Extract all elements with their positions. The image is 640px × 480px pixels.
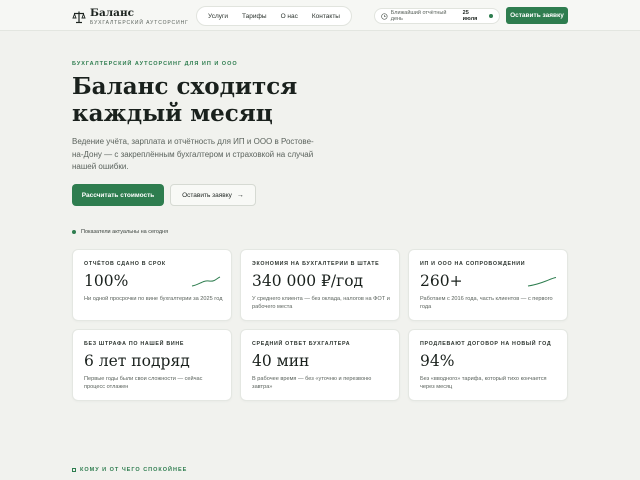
stat-note: Без «вводного» тарифа, который тихо конч… <box>420 376 547 390</box>
stat-label: СРЕДНИЙ ОТВЕТ БУХГАЛТЕРА <box>252 341 351 347</box>
stat-card: ОТЧЁТОВ СДАНО В СРОК 100% Ни одной проср… <box>72 249 232 321</box>
leave-request-label: Оставить заявку <box>182 191 232 199</box>
sparkline-icon <box>527 277 557 287</box>
deadline-date: 25 июля <box>462 10 478 22</box>
page-title: Баланс сходится каждый месяц <box>72 73 298 127</box>
clock-icon <box>381 12 388 20</box>
stat-note: Ни одной просрочки по вине бухгалтерии з… <box>84 296 223 302</box>
deadline-label: Ближайший отчётный день <box>390 10 447 22</box>
stat-value: 340 000 ₽/год <box>252 272 364 290</box>
stat-note: Работаем с 2016 года, часть клиентов — с… <box>420 296 553 310</box>
scales-icon <box>72 11 86 23</box>
logo-title: Баланс <box>90 7 135 19</box>
sparkline-icon <box>191 276 221 287</box>
calculate-cost-button[interactable]: Рассчитать стоимость <box>72 184 164 206</box>
stat-card: ЭКОНОМИЯ НА БУХГАЛТЕРИИ В ШТАТЕ 340 000 … <box>240 249 400 321</box>
main-nav: Услуги Тарифы О нас Контакты <box>196 6 352 26</box>
next-section-text: КОМУ И ОТ ЧЕГО СПОКОЙНЕЕ <box>80 467 188 473</box>
next-section-heading: КОМУ И ОТ ЧЕГО СПОКОЙНЕЕ <box>72 467 187 473</box>
stat-value: 40 мин <box>252 352 310 370</box>
stat-label: ЭКОНОМИЯ НА БУХГАЛТЕРИИ В ШТАТЕ <box>252 261 380 267</box>
stat-label: ПРОДЛЕВАЮТ ДОГОВОР НА НОВЫЙ ГОД <box>420 341 552 347</box>
stat-note: Первые годы были свои сложности — сейчас… <box>84 376 203 390</box>
stat-card: ПРОДЛЕВАЮТ ДОГОВОР НА НОВЫЙ ГОД 94% Без … <box>408 329 568 401</box>
status-note: Показатели актуальны на сегодня <box>72 229 168 235</box>
stat-card: БЕЗ ШТРАФА ПО НАШЕЙ ВИНЕ 6 лет подряд Пе… <box>72 329 232 401</box>
stat-value: 6 лет подряд <box>84 352 190 370</box>
status-note-text: Показатели актуальны на сегодня <box>81 229 169 235</box>
stat-note: В рабочее время — без «уточню и перезвон… <box>252 376 372 390</box>
deadline-badge: Ближайший отчётный день 25 июля <box>374 8 500 24</box>
logo[interactable]: Баланс БУХГАЛТЕРСКИЙ АУТСОРСИНГ <box>72 8 189 26</box>
stat-label: ОТЧЁТОВ СДАНО В СРОК <box>84 261 166 267</box>
status-dot <box>72 230 76 234</box>
arrow-right-icon: → <box>236 191 244 199</box>
hero-description: Ведение учёта, зарплата и отчётность для… <box>72 137 314 171</box>
stat-value: 260+ <box>420 272 463 290</box>
stat-label: ИП И ООО НА СОПРОВОЖДЕНИИ <box>420 261 526 267</box>
nav-item-pricing[interactable]: Тарифы <box>242 13 267 20</box>
stat-value: 94% <box>420 352 455 370</box>
stat-label: БЕЗ ШТРАФА ПО НАШЕЙ ВИНЕ <box>84 341 185 347</box>
status-dot <box>489 14 494 18</box>
stat-card: ИП И ООО НА СОПРОВОЖДЕНИИ 260+ Работаем … <box>408 249 568 321</box>
stat-value: 100% <box>84 272 129 290</box>
nav-item-services[interactable]: Услуги <box>208 13 228 20</box>
logo-subtitle: БУХГАЛТЕРСКИЙ АУТСОРСИНГ <box>90 19 189 26</box>
site-header: Баланс БУХГАЛТЕРСКИЙ АУТСОРСИНГ Услуги Т… <box>0 0 640 31</box>
leave-request-button[interactable]: Оставить заявку → <box>170 184 256 206</box>
stat-card: СРЕДНИЙ ОТВЕТ БУХГАЛТЕРА 40 мин В рабоче… <box>240 329 400 401</box>
stat-note: У среднего клиента — без оклада, налогов… <box>252 296 390 310</box>
nav-item-contacts[interactable]: Контакты <box>312 13 340 20</box>
header-request-button[interactable]: Оставить заявку <box>506 7 568 24</box>
nav-item-about[interactable]: О нас <box>281 13 298 20</box>
square-icon <box>72 468 76 472</box>
hero-eyebrow: БУХГАЛТЕРСКИЙ АУТСОРСИНГ ДЛЯ ИП И ООО <box>72 61 238 67</box>
